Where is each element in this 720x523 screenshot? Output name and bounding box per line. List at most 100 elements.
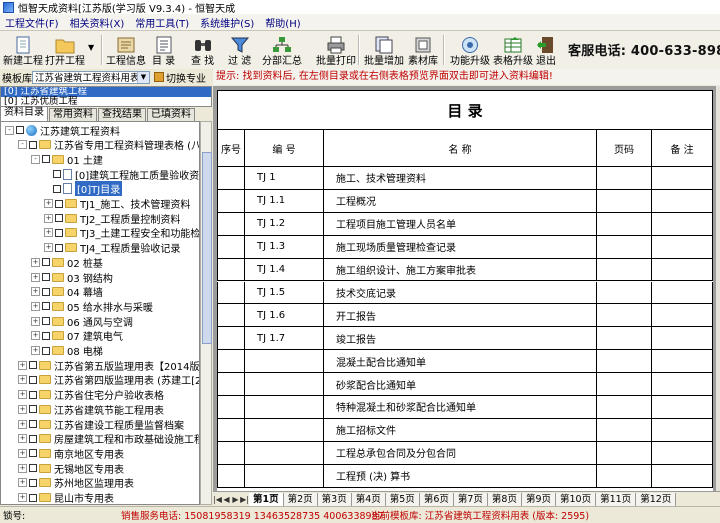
name-cell[interactable]: 砂浆配合比通知单 (324, 373, 597, 396)
code-cell[interactable]: TJ 1.2 (245, 212, 324, 236)
expand-icon[interactable]: + (31, 257, 40, 267)
expand-icon[interactable]: + (18, 434, 27, 444)
sheet-tab[interactable]: 第11页 (596, 492, 637, 506)
tree-checkbox[interactable] (42, 273, 50, 281)
expand-icon[interactable]: + (18, 404, 27, 414)
sheet-tab[interactable]: 第8页 (487, 492, 522, 506)
page-cell[interactable] (597, 281, 652, 305)
remark-cell[interactable] (652, 189, 713, 213)
tree-node[interactable]: + 江苏省建设工程质量监督档案 (18, 417, 184, 432)
tree-checkbox[interactable] (29, 375, 37, 384)
tree-node[interactable]: +06 通风与空调 (31, 314, 133, 329)
catalog-button[interactable]: 目 录 (152, 33, 175, 67)
menu-help[interactable]: 帮助(H) (260, 15, 306, 30)
sheet-tab[interactable]: 第7页 (453, 492, 488, 506)
page-cell[interactable] (597, 212, 652, 236)
tree-checkbox[interactable] (55, 243, 63, 252)
tree-checkbox[interactable] (42, 331, 50, 340)
expand-icon[interactable]: + (31, 346, 40, 355)
tree-node[interactable]: [0]建筑工程施工质量验收资料 (44, 167, 199, 182)
tab-catalog[interactable]: 资料目录 (0, 106, 48, 121)
exit-button[interactable]: 退出 (536, 33, 556, 67)
tree-node[interactable]: [0]TJ目录 (44, 181, 123, 197)
sheet-tab[interactable]: 第4页 (351, 492, 386, 506)
sheet-tab[interactable]: 第6页 (419, 492, 454, 506)
tree-checkbox[interactable] (29, 405, 37, 414)
tree-scrollbar[interactable] (200, 121, 212, 505)
tree-node[interactable]: + TJ3_土建工程安全和功能检验 (44, 226, 199, 240)
tree-node[interactable]: +02 桩基 (31, 255, 103, 270)
tree-node[interactable]: + 南京地区专用表 (18, 446, 124, 461)
tree-checkbox[interactable] (42, 155, 50, 164)
tree-node[interactable]: + 昆山市专用表 (18, 491, 114, 504)
sheet-tab[interactable]: 第10页 (556, 492, 597, 506)
row-index-cell[interactable] (217, 167, 245, 190)
name-cell[interactable]: 特种混凝土和砂浆配合比通知单 (324, 396, 597, 419)
page-cell[interactable] (597, 373, 652, 396)
tree-checkbox[interactable] (42, 287, 50, 296)
column-header[interactable]: 序号 (217, 130, 245, 167)
row-index-cell[interactable] (217, 327, 245, 351)
tree-checkbox[interactable] (42, 346, 50, 355)
code-cell[interactable] (245, 373, 324, 396)
catalog-sheet[interactable]: 目 录序号编 号名 称页码备 注 TJ 1 施工、技术管理资料 TJ 1.1 工程概况 T… (217, 90, 713, 491)
expand-icon[interactable]: + (18, 375, 27, 385)
menu-related[interactable]: 相关资料(X) (65, 15, 131, 30)
tree-node[interactable]: - 01 土建 (31, 152, 103, 167)
sheet-tab[interactable]: 第5页 (385, 492, 420, 506)
row-index-cell[interactable] (217, 418, 245, 442)
name-cell[interactable]: 施工招标文件 (324, 418, 597, 442)
template-library-select[interactable]: 江苏省建筑工程资料用表 ▼ (32, 70, 150, 84)
code-cell[interactable] (245, 441, 324, 465)
batch-print-button[interactable]: 批量打印 (316, 33, 356, 67)
column-header[interactable]: 编 号 (245, 130, 324, 167)
material-library-button[interactable]: 素材库 (408, 33, 438, 67)
project-info-button[interactable]: 工程信息 (106, 33, 146, 67)
expand-icon[interactable]: + (18, 419, 27, 429)
row-index-cell[interactable] (217, 396, 245, 419)
page-cell[interactable] (597, 327, 652, 351)
page-cell[interactable] (597, 396, 652, 419)
tree-checkbox[interactable] (29, 449, 37, 458)
tree-checkbox[interactable] (42, 258, 50, 267)
sheet-tab[interactable]: 第2页 (283, 492, 318, 506)
tree-node[interactable]: +05 给水排水与采暖 (31, 299, 153, 314)
code-cell[interactable] (245, 464, 324, 488)
tree-node[interactable]: + TJ4_工程质量验收记录 (44, 241, 180, 255)
sheet-tab[interactable]: 第3页 (317, 492, 352, 506)
switch-profession-button[interactable]: 切换专业 (154, 70, 206, 85)
menu-system[interactable]: 系统维护(S) (195, 15, 260, 30)
code-cell[interactable] (245, 350, 324, 374)
tree-checkbox[interactable] (53, 170, 61, 179)
tree-checkbox[interactable] (55, 214, 63, 223)
name-cell[interactable]: 施工、技术管理资料 (324, 167, 597, 190)
name-cell[interactable]: 开工报告 (324, 304, 597, 328)
tab-search-results[interactable]: 查找结果 (98, 108, 146, 121)
menu-file[interactable]: 工程文件(F) (0, 15, 65, 30)
batch-add-button[interactable]: 批量增加 (364, 33, 404, 67)
tree-checkbox[interactable] (55, 199, 63, 208)
name-cell[interactable]: 技术交底记录 (324, 281, 597, 305)
tree-node[interactable]: + 苏州地区监理用表 (18, 476, 134, 490)
remark-cell[interactable] (652, 235, 713, 259)
row-index-cell[interactable] (217, 235, 245, 259)
code-cell[interactable]: TJ 1.3 (245, 235, 324, 259)
sheet-scrollbar[interactable] (716, 86, 720, 491)
tab-filled[interactable]: 已填资料 (147, 108, 195, 121)
name-cell[interactable]: 施工现场质量管理检查记录 (324, 235, 597, 259)
page-cell[interactable] (597, 441, 652, 465)
tree-checkbox[interactable] (42, 317, 50, 326)
sheet-tab[interactable]: 第12页 (636, 492, 677, 506)
page-cell[interactable] (597, 258, 652, 282)
tree-node[interactable]: + 江苏省建筑节能工程用表 (18, 402, 164, 417)
row-index-cell[interactable] (217, 304, 245, 328)
expand-icon[interactable]: + (18, 463, 27, 473)
code-cell[interactable]: TJ 1.6 (245, 304, 324, 328)
remark-cell[interactable] (652, 396, 713, 419)
remark-cell[interactable] (652, 441, 713, 465)
expand-icon[interactable]: + (18, 390, 27, 400)
prev-page-icon[interactable]: ◀ (222, 495, 231, 504)
tree-checkbox[interactable] (55, 228, 63, 237)
table-upgrade-button[interactable]: 表格升级 (493, 33, 533, 67)
page-cell[interactable] (597, 189, 652, 213)
